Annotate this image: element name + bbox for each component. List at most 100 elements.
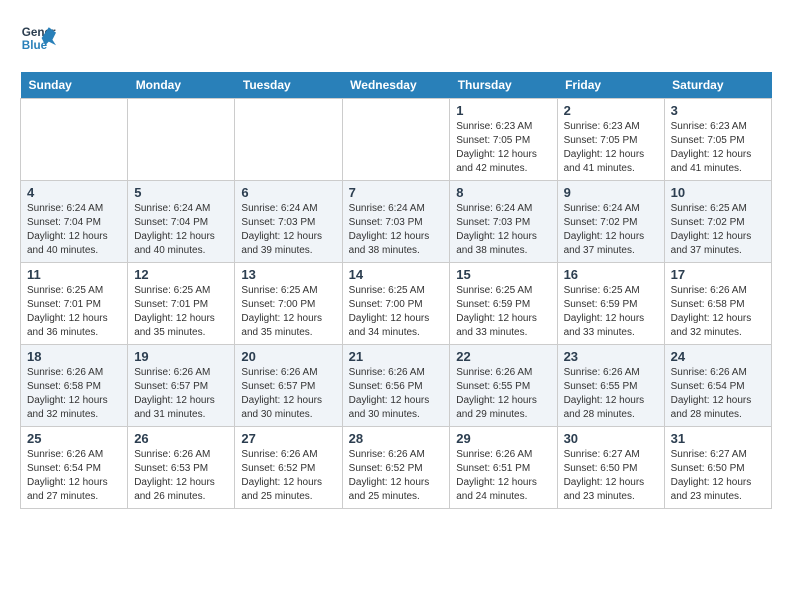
weekday-header-tuesday: Tuesday — [235, 72, 342, 99]
calendar-cell: 7 Sunrise: 6:24 AM Sunset: 7:03 PM Daylig… — [342, 181, 450, 263]
week-row-1: 1 Sunrise: 6:23 AM Sunset: 7:05 PM Daylig… — [21, 99, 772, 181]
day-number: 16 — [564, 267, 658, 282]
day-info: Sunrise: 6:26 AM Sunset: 6:58 PM Dayligh… — [27, 366, 121, 422]
day-info: Sunrise: 6:23 AM Sunset: 7:05 PM Dayligh… — [564, 120, 658, 176]
day-info: Sunrise: 6:24 AM Sunset: 7:03 PM Dayligh… — [456, 202, 550, 258]
day-number: 17 — [671, 267, 765, 282]
weekday-header-friday: Friday — [557, 72, 664, 99]
weekday-header-saturday: Saturday — [664, 72, 771, 99]
calendar-cell: 10Sunrise: 6:25 AM Sunset: 7:02 PM Dayli… — [664, 181, 771, 263]
day-info: Sunrise: 6:26 AM Sunset: 6:52 PM Dayligh… — [241, 448, 335, 504]
calendar-table: SundayMondayTuesdayWednesdayThursdayFrid… — [20, 72, 772, 509]
day-number: 30 — [564, 431, 658, 446]
week-row-5: 25 Sunrise: 6:26 AM Sunset: 6:54 PM Dayli… — [21, 427, 772, 509]
day-info: Sunrise: 6:23 AM Sunset: 7:05 PM Dayligh… — [456, 120, 550, 176]
day-number: 23 — [564, 349, 658, 364]
day-info: Sunrise: 6:26 AM Sunset: 6:58 PM Dayligh… — [671, 284, 765, 340]
day-number: 29 — [456, 431, 550, 446]
day-info: Sunrise: 6:26 AM Sunset: 6:57 PM Dayligh… — [241, 366, 335, 422]
day-number: 21 — [349, 349, 444, 364]
day-number: 22 — [456, 349, 550, 364]
calendar-cell: 25 Sunrise: 6:26 AM Sunset: 6:54 PM Dayli… — [21, 427, 128, 509]
day-info: Sunrise: 6:26 AM Sunset: 6:54 PM Dayligh… — [27, 448, 121, 504]
day-number: 6 — [241, 185, 335, 200]
day-info: Sunrise: 6:26 AM Sunset: 6:52 PM Dayligh… — [349, 448, 444, 504]
day-info: Sunrise: 6:25 AM Sunset: 7:01 PM Dayligh… — [27, 284, 121, 340]
calendar-cell: 18 Sunrise: 6:26 AM Sunset: 6:58 PM Dayli… — [21, 345, 128, 427]
day-info: Sunrise: 6:24 AM Sunset: 7:03 PM Dayligh… — [241, 202, 335, 258]
calendar-cell — [235, 99, 342, 181]
day-info: Sunrise: 6:27 AM Sunset: 6:50 PM Dayligh… — [671, 448, 765, 504]
calendar-cell: 28 Sunrise: 6:26 AM Sunset: 6:52 PM Dayli… — [342, 427, 450, 509]
week-row-2: 4 Sunrise: 6:24 AM Sunset: 7:04 PM Daylig… — [21, 181, 772, 263]
calendar-cell: 23Sunrise: 6:26 AM Sunset: 6:55 PM Dayli… — [557, 345, 664, 427]
day-number: 24 — [671, 349, 765, 364]
page-header: General Blue — [20, 20, 772, 56]
day-number: 28 — [349, 431, 444, 446]
day-number: 9 — [564, 185, 658, 200]
week-row-3: 11 Sunrise: 6:25 AM Sunset: 7:01 PM Dayli… — [21, 263, 772, 345]
day-number: 12 — [134, 267, 228, 282]
day-number: 1 — [456, 103, 550, 118]
calendar-cell: 22 Sunrise: 6:26 AM Sunset: 6:55 PM Dayli… — [450, 345, 557, 427]
day-number: 7 — [349, 185, 444, 200]
weekday-header-monday: Monday — [128, 72, 235, 99]
day-info: Sunrise: 6:25 AM Sunset: 7:01 PM Dayligh… — [134, 284, 228, 340]
calendar-cell: 19Sunrise: 6:26 AM Sunset: 6:57 PM Dayli… — [128, 345, 235, 427]
day-info: Sunrise: 6:25 AM Sunset: 7:00 PM Dayligh… — [241, 284, 335, 340]
day-number: 25 — [27, 431, 121, 446]
logo-icon: General Blue — [20, 20, 56, 56]
calendar-cell: 31 Sunrise: 6:27 AM Sunset: 6:50 PM Dayli… — [664, 427, 771, 509]
calendar-cell: 6 Sunrise: 6:24 AM Sunset: 7:03 PM Daylig… — [235, 181, 342, 263]
logo: General Blue — [20, 20, 56, 56]
day-info: Sunrise: 6:24 AM Sunset: 7:03 PM Dayligh… — [349, 202, 444, 258]
day-number: 11 — [27, 267, 121, 282]
day-info: Sunrise: 6:26 AM Sunset: 6:53 PM Dayligh… — [134, 448, 228, 504]
calendar-cell: 26 Sunrise: 6:26 AM Sunset: 6:53 PM Dayli… — [128, 427, 235, 509]
week-row-4: 18 Sunrise: 6:26 AM Sunset: 6:58 PM Dayli… — [21, 345, 772, 427]
day-number: 26 — [134, 431, 228, 446]
day-number: 5 — [134, 185, 228, 200]
day-number: 4 — [27, 185, 121, 200]
day-info: Sunrise: 6:26 AM Sunset: 6:56 PM Dayligh… — [349, 366, 444, 422]
day-info: Sunrise: 6:25 AM Sunset: 6:59 PM Dayligh… — [564, 284, 658, 340]
day-number: 10 — [671, 185, 765, 200]
day-number: 31 — [671, 431, 765, 446]
calendar-cell: 16 Sunrise: 6:25 AM Sunset: 6:59 PM Dayli… — [557, 263, 664, 345]
day-number: 15 — [456, 267, 550, 282]
day-info: Sunrise: 6:23 AM Sunset: 7:05 PM Dayligh… — [671, 120, 765, 176]
calendar-cell: 4Sunrise: 6:24 AM Sunset: 7:04 PM Daylig… — [21, 181, 128, 263]
calendar-cell: 2 Sunrise: 6:23 AM Sunset: 7:05 PM Daylig… — [557, 99, 664, 181]
weekday-header-wednesday: Wednesday — [342, 72, 450, 99]
weekday-header-sunday: Sunday — [21, 72, 128, 99]
day-info: Sunrise: 6:26 AM Sunset: 6:54 PM Dayligh… — [671, 366, 765, 422]
calendar-cell: 12 Sunrise: 6:25 AM Sunset: 7:01 PM Dayli… — [128, 263, 235, 345]
calendar-cell: 3Sunrise: 6:23 AM Sunset: 7:05 PM Daylig… — [664, 99, 771, 181]
day-info: Sunrise: 6:25 AM Sunset: 6:59 PM Dayligh… — [456, 284, 550, 340]
calendar-cell: 29Sunrise: 6:26 AM Sunset: 6:51 PM Dayli… — [450, 427, 557, 509]
calendar-cell: 27 Sunrise: 6:26 AM Sunset: 6:52 PM Dayli… — [235, 427, 342, 509]
weekday-header-thursday: Thursday — [450, 72, 557, 99]
day-info: Sunrise: 6:26 AM Sunset: 6:57 PM Dayligh… — [134, 366, 228, 422]
day-info: Sunrise: 6:24 AM Sunset: 7:04 PM Dayligh… — [134, 202, 228, 258]
calendar-cell: 13 Sunrise: 6:25 AM Sunset: 7:00 PM Dayli… — [235, 263, 342, 345]
calendar-cell: 17 Sunrise: 6:26 AM Sunset: 6:58 PM Dayli… — [664, 263, 771, 345]
day-number: 20 — [241, 349, 335, 364]
calendar-cell — [21, 99, 128, 181]
day-number: 27 — [241, 431, 335, 446]
calendar-cell — [342, 99, 450, 181]
calendar-cell: 24 Sunrise: 6:26 AM Sunset: 6:54 PM Dayli… — [664, 345, 771, 427]
calendar-cell: 8 Sunrise: 6:24 AM Sunset: 7:03 PM Daylig… — [450, 181, 557, 263]
day-number: 18 — [27, 349, 121, 364]
day-number: 8 — [456, 185, 550, 200]
day-number: 2 — [564, 103, 658, 118]
day-number: 13 — [241, 267, 335, 282]
calendar-cell: 20 Sunrise: 6:26 AM Sunset: 6:57 PM Dayli… — [235, 345, 342, 427]
calendar-cell: 15 Sunrise: 6:25 AM Sunset: 6:59 PM Dayli… — [450, 263, 557, 345]
day-info: Sunrise: 6:26 AM Sunset: 6:55 PM Dayligh… — [456, 366, 550, 422]
calendar-cell: 30Sunrise: 6:27 AM Sunset: 6:50 PM Dayli… — [557, 427, 664, 509]
calendar-cell: 9Sunrise: 6:24 AM Sunset: 7:02 PM Daylig… — [557, 181, 664, 263]
day-info: Sunrise: 6:25 AM Sunset: 7:00 PM Dayligh… — [349, 284, 444, 340]
weekday-header-row: SundayMondayTuesdayWednesdayThursdayFrid… — [21, 72, 772, 99]
day-number: 14 — [349, 267, 444, 282]
